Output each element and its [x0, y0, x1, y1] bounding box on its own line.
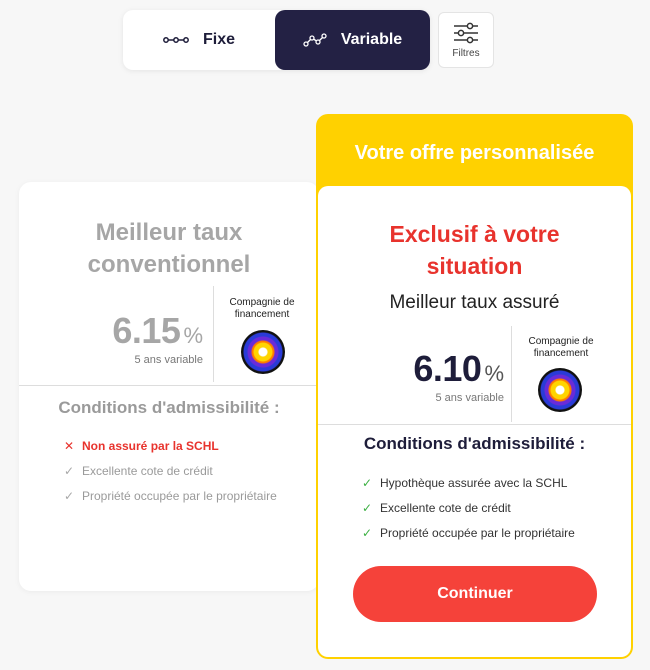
offer-lender-label: Compagnie de financement [518, 336, 604, 360]
condition-item: ✓ Excellente cote de crédit [64, 458, 277, 483]
check-icon: ✓ [362, 475, 373, 490]
lender-label-line2: financement [234, 309, 290, 320]
offer-subtitle: Meilleur taux assuré [389, 292, 560, 313]
condition-item: ✕ Non assuré par la SCHL [64, 433, 277, 458]
sliders-icon [454, 22, 478, 43]
divider [213, 286, 214, 382]
offer-conditions-title: Conditions d'admissibilité : [363, 434, 586, 453]
conventional-rate-card: Meilleur taux conventionnel 6.15 % 5 ans… [19, 182, 319, 591]
x-icon: ✕ [64, 438, 75, 453]
personalized-offer-card: Votre offre personnalisée Exclusif à vot… [316, 114, 633, 659]
variable-rate-option[interactable]: Variable [275, 10, 430, 70]
condition-text: Non assuré par la SCHL [82, 438, 219, 453]
variable-rate-line-icon [303, 33, 327, 47]
conventional-rate: 6.15 % 5 ans variable [79, 310, 203, 366]
fixed-rate-line-icon [163, 37, 189, 43]
offer-body: Exclusif à votre situation Meilleur taux… [318, 186, 631, 657]
condition-item: ✓ Propriété occupée par le propriétaire [362, 520, 575, 545]
check-icon: ✓ [362, 500, 373, 515]
conventional-rate-term: 5 ans variable [134, 354, 204, 366]
condition-text: Excellente cote de crédit [380, 500, 511, 515]
conventional-lender-label: Compagnie de financement [219, 297, 305, 321]
filters-button[interactable]: Filtres [438, 12, 494, 68]
condition-item: ✓ Excellente cote de crédit [362, 495, 575, 520]
rate-type-toggle: Fixe Variable [123, 10, 430, 70]
variable-rate-label: Variable [340, 31, 403, 48]
lender-label-line1: Compagnie de [528, 336, 594, 347]
offer-headline: Exclusif à votre situation [318, 218, 631, 282]
lender-logo [538, 368, 582, 412]
check-icon: ✓ [64, 463, 75, 478]
condition-text: Propriété occupée par le propriétaire [82, 488, 277, 503]
conventional-title-line1: Meilleur taux [95, 219, 243, 246]
offer-headline-line1: Exclusif à votre [389, 221, 560, 247]
divider [318, 424, 631, 425]
offer-rate-term: 5 ans variable [435, 392, 505, 404]
conventional-rate-percent: % [183, 323, 203, 348]
conventional-conditions-title: Conditions d'admissibilité : [58, 398, 280, 417]
lender-logo [241, 330, 285, 374]
condition-text: Hypothèque assurée avec la SCHL [380, 475, 568, 490]
divider [19, 385, 319, 386]
offer-conditions-list: ✓ Hypothèque assurée avec la SCHL ✓ Exce… [362, 470, 575, 545]
condition-text: Excellente cote de crédit [82, 463, 213, 478]
condition-item: ✓ Hypothèque assurée avec la SCHL [362, 470, 575, 495]
filters-label: Filtres [452, 47, 480, 59]
offer-rate-value: 6.10 [413, 348, 482, 389]
conventional-title-line2: conventionnel [87, 251, 251, 278]
fixed-rate-label: Fixe [202, 31, 235, 48]
check-icon: ✓ [362, 525, 373, 540]
offer-headline-line2: situation [426, 253, 523, 279]
conventional-rate-value: 6.15 [112, 310, 181, 351]
check-icon: ✓ [64, 488, 75, 503]
offer-rate-percent: % [484, 361, 504, 386]
offer-banner: Votre offre personnalisée [354, 141, 595, 164]
fixed-rate-option[interactable]: Fixe [123, 10, 275, 70]
divider [511, 326, 512, 422]
lender-label-line2: financement [533, 348, 589, 359]
offer-rate: 6.10 % 5 ans variable [390, 348, 504, 404]
condition-text: Propriété occupée par le propriétaire [380, 525, 575, 540]
continue-button[interactable]: Continuer [353, 566, 597, 622]
conventional-title: Meilleur taux conventionnel [19, 217, 319, 281]
lender-label-line1: Compagnie de [229, 297, 295, 308]
condition-item: ✓ Propriété occupée par le propriétaire [64, 483, 277, 508]
conventional-conditions-list: ✕ Non assuré par la SCHL ✓ Excellente co… [64, 433, 277, 508]
